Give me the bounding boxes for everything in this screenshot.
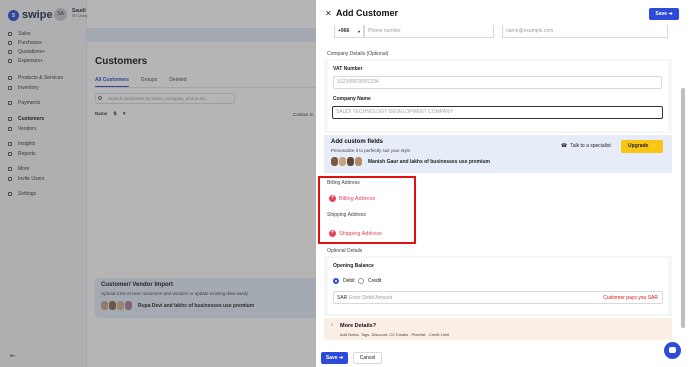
email-input[interactable]: name@example.com — [502, 25, 668, 38]
opening-balance-label: Opening Balance — [333, 263, 374, 269]
user-avatar — [331, 157, 338, 166]
opening-balance-card: Opening Balance — [328, 258, 668, 314]
upgrade-button[interactable]: Upgrade ✨ — [621, 140, 663, 153]
company-details-card: VAT Number 312345678901234 Company Name … — [328, 61, 668, 131]
more-details-title: More Details? — [340, 323, 377, 329]
debit-label: Debit — [343, 278, 355, 284]
drawer-scrollbar[interactable] — [681, 88, 685, 328]
save-button[interactable]: Save ➔ — [321, 352, 348, 364]
arrow-right-icon: ➔ — [338, 355, 344, 361]
upgrade-label: Upgrade — [628, 143, 649, 149]
drawer-title: Add Customer — [336, 8, 399, 18]
custom-fields-card: Add custom fields Personalize it to perf… — [324, 135, 672, 173]
optional-details-label: Optional Details — [327, 248, 363, 254]
amount-field[interactable]: SAR Enter Debit Amount Customer pays you… — [333, 291, 663, 304]
credit-radio[interactable]: Credit — [358, 278, 381, 284]
customer-pays-text: Customer pays you SAR — [603, 295, 658, 301]
vat-input[interactable]: 312345678901234 — [333, 76, 662, 89]
chevron-right-icon: › — [331, 322, 333, 328]
currency-label: SAR — [337, 295, 348, 301]
user-avatar — [339, 157, 346, 166]
company-details-label: Company Details (Optional) — [327, 51, 389, 57]
arrow-right-icon: ➔ — [668, 11, 673, 17]
save-button-top[interactable]: Save ➔ — [649, 8, 679, 20]
more-details-card[interactable]: › More Details? Add Notes, Tags, Discoun… — [324, 318, 672, 340]
headset-icon: ☎ — [561, 143, 568, 149]
save-label: Save — [655, 11, 668, 17]
drawer-header: ✕ Add Customer Save ➔ — [316, 0, 690, 26]
debit-radio[interactable]: Debit — [333, 278, 355, 284]
country-code-value: +966 — [338, 28, 350, 34]
vat-label: VAT Number — [333, 66, 363, 72]
save-label: Save — [325, 355, 338, 361]
custom-fields-users-row: Manish Gaur and lakhs of businesses use … — [331, 157, 490, 166]
talk-to-specialist-link[interactable]: ☎ Talk to a specialist — [561, 143, 611, 149]
credit-label: Credit — [368, 278, 382, 284]
user-avatar — [347, 157, 354, 166]
radio-selected-icon — [333, 278, 339, 284]
country-code-select[interactable]: +966 ▾ — [334, 25, 364, 38]
specialist-label: Talk to a specialist — [570, 143, 611, 149]
user-avatar — [355, 157, 362, 166]
chat-support-icon[interactable] — [664, 342, 681, 359]
custom-fields-title: Add custom fields — [331, 139, 384, 145]
radio-icon — [358, 278, 364, 284]
amount-input[interactable]: Enter Debit Amount — [349, 295, 392, 301]
phone-row: +966 ▾ Phone number name@example.com — [326, 25, 670, 40]
more-details-subtitle: Add Notes, Tags, Discount, CC Emails , P… — [340, 332, 450, 337]
close-icon[interactable]: ✕ — [325, 9, 332, 18]
custom-fields-subtitle: Personalize it to perfectly suit your st… — [331, 148, 412, 153]
custom-fields-users-text: Manish Gaur and lakhs of businesses use … — [368, 158, 490, 165]
company-name-input[interactable]: SAUDI TECHNOLOGY DEVELOPMENT COMPANY — [332, 106, 663, 119]
chevron-down-icon: ▾ — [357, 29, 360, 34]
company-name-label: Company Name — [333, 96, 371, 102]
highlight-box — [318, 176, 416, 244]
drawer-footer: Save ➔ Cancel — [316, 346, 690, 367]
phone-input[interactable]: Phone number — [364, 25, 494, 38]
cancel-button[interactable]: Cancel — [353, 352, 382, 364]
user-faces — [331, 157, 363, 166]
sparkle-icon: ✨ — [649, 143, 656, 149]
